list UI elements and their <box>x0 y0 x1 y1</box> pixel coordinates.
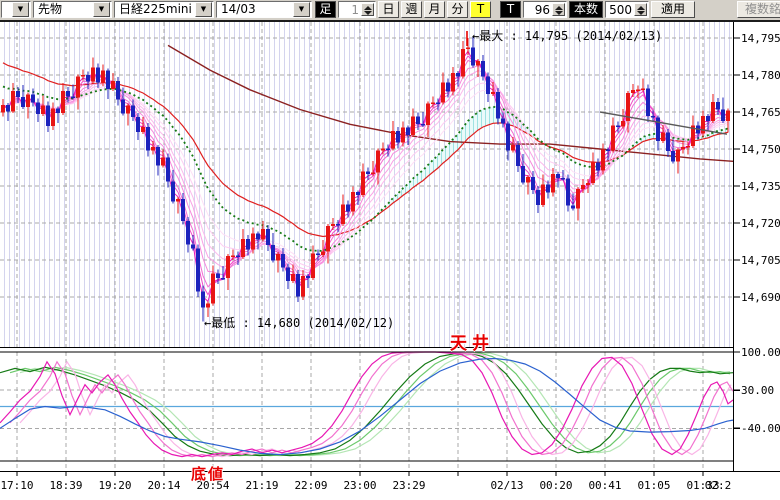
tick-value: 96 <box>526 3 550 18</box>
chart-history-dropdown[interactable]: ▼ <box>1 1 31 18</box>
symbol-value: 日経225mini <box>119 2 195 17</box>
spinner-arrows-icon[interactable] <box>361 3 374 16</box>
apply-button[interactable]: 適用 <box>651 1 695 18</box>
contract-month-value: 14/03 <box>221 2 293 17</box>
period-month-button[interactable]: 月 <box>424 1 445 18</box>
ceiling-annotation: 天井 <box>450 329 494 354</box>
chevron-down-icon[interactable]: ▼ <box>12 2 29 17</box>
period-tick-button-active[interactable]: T <box>470 1 491 18</box>
count-value: 500 <box>608 3 632 18</box>
chevron-down-icon[interactable]: ▼ <box>195 2 212 17</box>
chart-application-window: ▼ 先物 ▼ 日経225mini ▼ 14/03 ▼ 足 1 日 週 月 分 T… <box>0 0 780 500</box>
tick-value-spinner[interactable]: 96 <box>523 1 567 18</box>
min-price-annotation: ←最低 : 14,680 (2014/02/12) <box>204 314 394 331</box>
period-week-button[interactable]: 週 <box>401 1 422 18</box>
max-price-annotation: ←最大 : 14,795 (2014/02/13) <box>472 27 662 44</box>
spinner-arrows-icon[interactable] <box>552 3 565 16</box>
bar-interval-value: 1 <box>341 3 359 18</box>
tick-label: T <box>500 1 521 18</box>
count-label: 本数 <box>569 1 603 18</box>
period-day-button[interactable]: 日 <box>378 1 399 18</box>
spinner-arrows-icon[interactable] <box>634 3 647 16</box>
chevron-down-icon[interactable]: ▼ <box>293 2 310 17</box>
price-and-oscillator-chart <box>0 0 780 500</box>
count-spinner[interactable]: 500 <box>605 1 649 18</box>
bottom-annotation: 底値 <box>191 463 225 484</box>
bar-interval-spinner[interactable]: 1 <box>338 1 376 18</box>
period-minute-button[interactable]: 分 <box>447 1 468 18</box>
bar-label: 足 <box>315 1 336 18</box>
instrument-type-combo[interactable]: 先物 ▼ <box>33 1 112 18</box>
contract-month-combo[interactable]: 14/03 ▼ <box>216 1 312 18</box>
symbol-combo[interactable]: 日経225mini ▼ <box>114 1 214 18</box>
toolbar: ▼ 先物 ▼ 日経225mini ▼ 14/03 ▼ 足 1 日 週 月 分 T… <box>0 0 780 22</box>
chevron-down-icon[interactable]: ▼ <box>93 2 110 17</box>
multi-symbol-button[interactable]: 複数銘柄 <box>737 1 780 18</box>
instrument-type-value: 先物 <box>38 2 93 17</box>
